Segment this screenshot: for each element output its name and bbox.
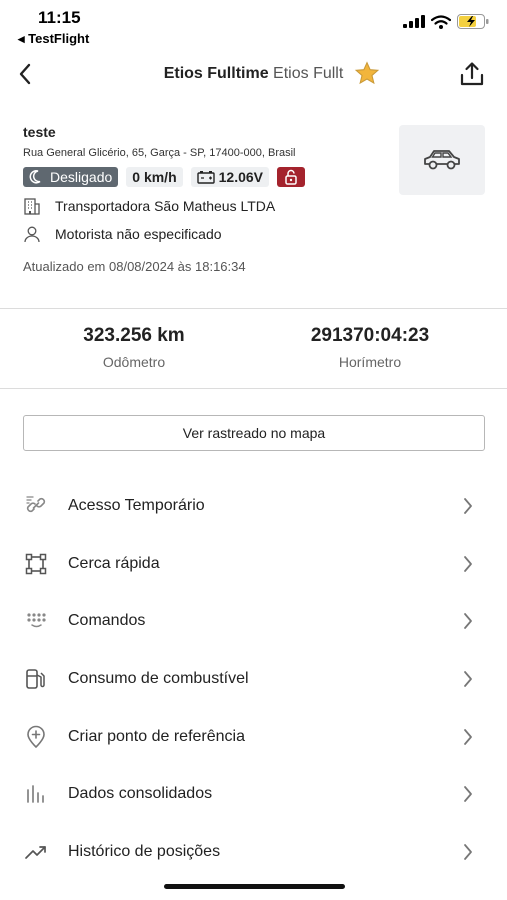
last-updated: Atualizado em 08/08/2024 às 18:16:34 xyxy=(23,259,246,274)
menu-item-label: Comandos xyxy=(68,612,146,630)
vehicle-info: teste Rua General Glicério, 65, Garça - … xyxy=(23,124,393,274)
voltage-badge: 12.06V xyxy=(190,167,269,187)
divider xyxy=(0,308,507,309)
chevron-right-icon xyxy=(463,496,477,516)
vehicle-name: teste xyxy=(23,124,56,140)
chevron-right-icon xyxy=(463,611,477,631)
vehicle-avatar xyxy=(399,125,485,195)
battery-charging-icon xyxy=(457,14,489,29)
stats-panel: 323.256 km Odômetro 291370:04:23 Horímet… xyxy=(0,325,507,375)
menu-item-label: Dados consolidados xyxy=(68,785,213,803)
menu-item-cerca-rapida[interactable]: Cerca rápida xyxy=(0,535,507,593)
menu-item-label: Cerca rápida xyxy=(68,554,160,572)
signal-icon xyxy=(403,15,425,28)
hourmeter-label: Horímetro xyxy=(338,354,402,370)
driver-row: Motorista não especificado xyxy=(23,225,393,243)
back-to-app-link[interactable]: ◂ TestFlight xyxy=(18,31,89,47)
page-title-main: Etios Fulltime xyxy=(163,65,269,82)
ignition-status-label: Desligado xyxy=(50,169,113,185)
status-bar: 11:15 ◂ TestFlight xyxy=(0,0,507,50)
driver-name: Motorista não especificado xyxy=(55,226,222,242)
menu-item-acesso-temporario[interactable]: Acesso Temporário xyxy=(0,477,507,535)
divider xyxy=(0,388,507,389)
actions-menu: Acesso Temporário Cerca rápida Comandos … xyxy=(0,477,507,881)
voltage-label: 12.06V xyxy=(218,169,263,185)
hourmeter-stat: 291370:04:23 Horímetro xyxy=(255,325,485,370)
car-battery-icon xyxy=(196,171,215,184)
chevron-right-icon xyxy=(463,727,477,747)
lock-status-badge xyxy=(277,167,305,187)
fuel-icon xyxy=(23,666,49,692)
menu-item-label: Acesso Temporário xyxy=(68,496,205,514)
chevron-right-icon xyxy=(463,784,477,804)
star-icon xyxy=(354,61,380,85)
menu-item-criar-ponto-referencia[interactable]: Criar ponto de referência xyxy=(0,708,507,766)
view-on-map-button[interactable]: Ver rastreado no mapa xyxy=(23,415,485,451)
odometer-value: 323.256 km xyxy=(83,325,185,346)
fence-icon xyxy=(23,551,49,577)
company-name: Transportadora São Matheus LTDA xyxy=(55,198,276,214)
moon-icon xyxy=(29,170,41,184)
keypad-icon xyxy=(23,608,49,634)
share-icon xyxy=(460,62,484,86)
menu-item-comandos[interactable]: Comandos xyxy=(0,592,507,650)
status-time: 11:15 xyxy=(38,8,81,27)
link-icon xyxy=(23,493,49,519)
unlock-icon xyxy=(285,169,297,185)
back-app-label: TestFlight xyxy=(28,31,90,46)
menu-item-historico-posicoes[interactable]: Histórico de posições xyxy=(0,823,507,881)
home-indicator[interactable] xyxy=(164,884,345,889)
bar-chart-icon xyxy=(23,781,49,807)
page-title: Etios Fulltime Etios Fullt xyxy=(0,65,507,83)
menu-item-label: Criar ponto de referência xyxy=(68,727,245,745)
wifi-icon xyxy=(431,14,451,29)
odometer-stat: 323.256 km Odômetro xyxy=(19,325,249,370)
chevron-right-icon xyxy=(463,554,477,574)
menu-item-label: Histórico de posições xyxy=(68,842,221,860)
favorite-button[interactable] xyxy=(354,61,380,91)
vehicle-address: Rua General Glicério, 65, Garça - SP, 17… xyxy=(23,147,296,159)
trend-icon xyxy=(23,839,49,865)
building-icon xyxy=(23,197,45,215)
chevron-right-icon xyxy=(463,842,477,862)
status-icons xyxy=(403,14,489,29)
menu-item-label: Consumo de combustível xyxy=(68,669,249,687)
odometer-label: Odômetro xyxy=(102,354,166,370)
status-chips: Desligado 0 km/h 12.06V xyxy=(23,167,393,187)
nav-bar: Etios Fulltime Etios Fullt xyxy=(0,55,507,95)
menu-item-consumo-combustivel[interactable]: Consumo de combustível xyxy=(0,650,507,708)
company-row: Transportadora São Matheus LTDA xyxy=(23,197,393,215)
user-icon xyxy=(23,225,45,243)
page-title-sub: Etios Fullt xyxy=(273,65,344,82)
hourmeter-value: 291370:04:23 xyxy=(310,325,430,346)
car-icon xyxy=(424,150,460,170)
menu-item-dados-consolidados[interactable]: Dados consolidados xyxy=(0,765,507,823)
share-button[interactable] xyxy=(457,59,487,89)
chevron-right-icon xyxy=(463,669,477,689)
speed-badge: 0 km/h xyxy=(126,167,183,187)
pin-plus-icon xyxy=(23,724,49,750)
ignition-status-badge: Desligado xyxy=(23,167,119,187)
